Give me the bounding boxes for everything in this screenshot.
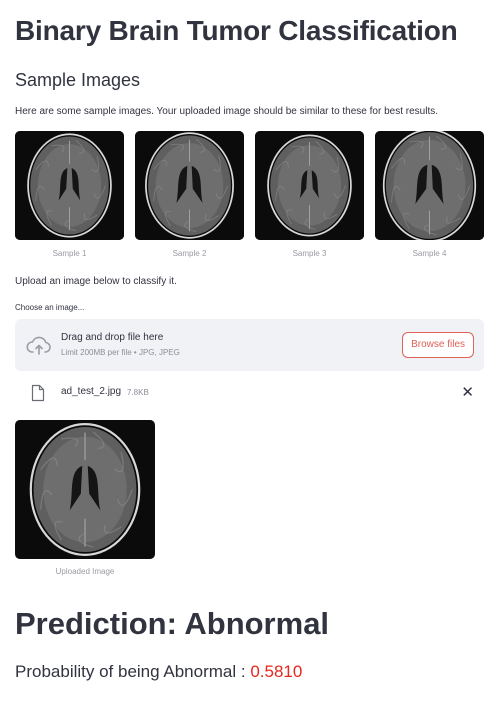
sample-caption: Sample 3 <box>292 249 327 258</box>
sample-images-heading: Sample Images <box>15 70 141 90</box>
sample-image-2 <box>135 131 244 240</box>
sample-image-1 <box>15 131 124 240</box>
sample-caption: Sample 2 <box>172 249 207 258</box>
brain-mri-scan <box>375 131 484 240</box>
sample-image-3 <box>255 131 364 240</box>
probability-line: Probability of being Abnormal : 0.5810 <box>15 662 302 682</box>
sample-image-4 <box>375 131 484 240</box>
dropzone-limit-text: Limit 200MB per file • JPG, JPEG <box>61 348 180 357</box>
cloud-upload-icon <box>26 336 51 355</box>
brain-mri-scan <box>15 131 124 240</box>
uploaded-file-size: 7.8KB <box>127 388 149 397</box>
page-title: Binary Brain Tumor Classification <box>15 15 458 46</box>
uploaded-file-row: ad_test_2.jpg 7.8KB ✕ <box>15 380 484 406</box>
sample-caption: Sample 1 <box>52 249 87 258</box>
file-uploader-label: Choose an image... <box>15 303 85 312</box>
sample-intro-text: Here are some sample images. Your upload… <box>15 106 439 117</box>
file-dropzone[interactable]: Drag and drop file here Limit 200MB per … <box>15 319 484 371</box>
brain-mri-scan <box>135 131 244 240</box>
brain-mri-scan <box>15 420 155 559</box>
prediction-result: Prediction: Abnormal <box>15 606 330 641</box>
sample-caption: Sample 4 <box>412 249 447 258</box>
app-page: Binary Brain Tumor Classification Sample… <box>0 0 495 716</box>
uploaded-file-name: ad_test_2.jpg <box>61 386 122 397</box>
file-icon <box>31 384 45 402</box>
close-icon[interactable]: ✕ <box>461 383 474 401</box>
browse-files-button[interactable]: Browse files <box>402 332 474 358</box>
brain-mri-scan <box>255 131 364 240</box>
uploaded-image <box>15 420 155 559</box>
uploaded-image-caption: Uploaded Image <box>55 567 115 576</box>
probability-label: Probability of being Abnormal : <box>15 662 251 681</box>
dropzone-instructions: Drag and drop file here <box>61 332 164 343</box>
upload-prompt: Upload an image below to classify it. <box>15 276 177 287</box>
probability-value: 0.5810 <box>250 662 303 681</box>
